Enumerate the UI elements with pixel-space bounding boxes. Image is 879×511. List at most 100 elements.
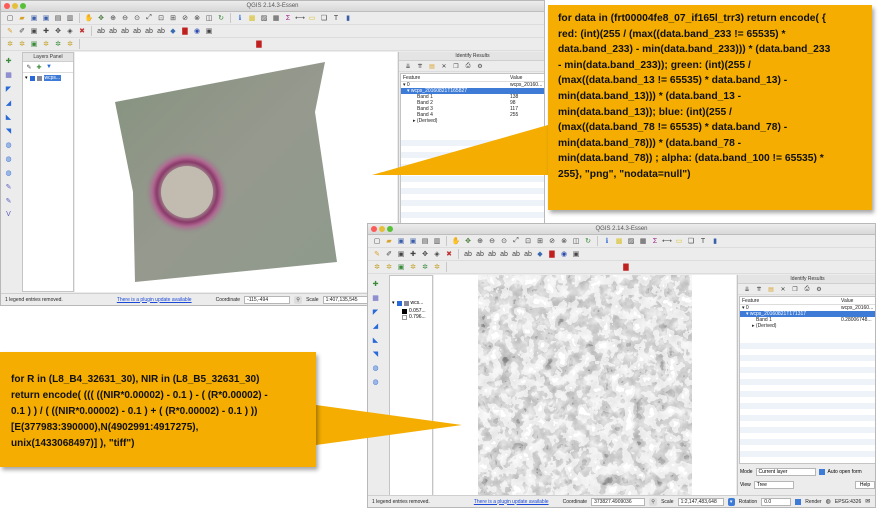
help-icon[interactable]: ▮ bbox=[343, 13, 353, 23]
save-project-icon[interactable]: ▣ bbox=[396, 236, 406, 246]
pan-hand-icon[interactable]: ✋ bbox=[84, 13, 94, 23]
minimize-button[interactable] bbox=[12, 3, 18, 9]
zoom-last-icon[interactable]: ⊘ bbox=[547, 236, 557, 246]
auto-open-checkbox[interactable] bbox=[818, 469, 825, 475]
plugin-update-link[interactable]: There is a plugin update available bbox=[117, 297, 192, 303]
label-rotate-icon[interactable]: ab bbox=[144, 26, 154, 36]
bookmarks-icon[interactable]: ❏ bbox=[319, 13, 329, 23]
edit-pencil-icon[interactable]: ✎ bbox=[5, 26, 15, 36]
plugin-sun-icon[interactable]: ✲ bbox=[65, 39, 75, 49]
clear-results-icon[interactable]: ✕ bbox=[778, 284, 788, 294]
identify-results-tree[interactable]: Feature Value ▾ 0 wcps_20160... ▾ wcps_201… bbox=[739, 296, 875, 464]
delete-selected-icon[interactable]: ✖ bbox=[444, 249, 454, 259]
python-icon[interactable]: ◆ bbox=[168, 26, 178, 36]
zoom-layer-icon[interactable]: ⊞ bbox=[535, 236, 545, 246]
open-project-icon[interactable]: ▰ bbox=[17, 13, 27, 23]
expand-tree-icon[interactable]: ⇊ bbox=[403, 61, 413, 71]
label-icon[interactable]: ab bbox=[463, 249, 473, 259]
new-map-view-icon[interactable]: ◫ bbox=[571, 236, 581, 246]
deselect-icon[interactable]: ▨ bbox=[259, 13, 269, 23]
composer-manager-icon[interactable]: ▥ bbox=[432, 236, 442, 246]
add-oracle-icon[interactable]: ◥ bbox=[370, 348, 381, 359]
plugin-square-icon[interactable]: ▣ bbox=[29, 39, 39, 49]
plugin-flag-icon[interactable]: ▇ bbox=[180, 26, 190, 36]
add-postgis-icon[interactable]: ◢ bbox=[3, 97, 14, 108]
label-move-icon[interactable]: ab bbox=[132, 26, 142, 36]
zoom-selection-icon[interactable]: ⊡ bbox=[523, 236, 533, 246]
open-project-icon[interactable]: ▰ bbox=[384, 236, 394, 246]
help-button[interactable]: Help bbox=[855, 481, 875, 489]
add-mssql-icon[interactable]: ◣ bbox=[370, 334, 381, 345]
coordinate-field[interactable]: 373827.4909036 bbox=[591, 497, 646, 506]
edit-pencil-icon[interactable]: ✎ bbox=[372, 249, 382, 259]
add-wfs-icon[interactable]: ◍ bbox=[3, 167, 14, 178]
coordinate-field[interactable]: -115,-494 bbox=[244, 295, 291, 304]
settings-icon[interactable]: ⚙ bbox=[814, 284, 824, 294]
help-icon[interactable]: ▮ bbox=[710, 236, 720, 246]
zoom-full-icon[interactable]: ⤢ bbox=[144, 13, 154, 23]
label-icon[interactable]: ab bbox=[96, 26, 106, 36]
copy-feature-icon[interactable]: ❐ bbox=[451, 61, 461, 71]
add-wcs-icon[interactable]: ◍ bbox=[3, 153, 14, 164]
map-tips-icon[interactable]: ▭ bbox=[674, 236, 684, 246]
node-tool-icon[interactable]: ◈ bbox=[65, 26, 75, 36]
add-postgis-icon[interactable]: ◢ bbox=[370, 320, 381, 331]
scale-dropdown-icon[interactable]: ▾ bbox=[727, 497, 735, 506]
composer-manager-icon[interactable]: ▥ bbox=[65, 13, 75, 23]
zoom-next-icon[interactable]: ⊗ bbox=[559, 236, 569, 246]
toggle-edit-icon[interactable]: ✐ bbox=[17, 26, 27, 36]
toggle-extents-icon[interactable]: ⚲ bbox=[294, 295, 303, 304]
label-show-icon[interactable]: ab bbox=[487, 249, 497, 259]
window-1-map-canvas[interactable] bbox=[75, 52, 397, 292]
pan-to-selection-icon[interactable]: ✥ bbox=[463, 236, 473, 246]
add-spatialite-icon[interactable]: ◤ bbox=[370, 306, 381, 317]
add-wms-icon[interactable]: ◍ bbox=[3, 139, 14, 150]
zoom-last-icon[interactable]: ⊘ bbox=[180, 13, 190, 23]
capture-icon[interactable]: ▣ bbox=[571, 249, 581, 259]
plugin-flag-icon[interactable]: ▇ bbox=[547, 249, 557, 259]
add-raster-layer-icon[interactable]: ▦ bbox=[370, 292, 381, 303]
label-rotate-icon[interactable]: ab bbox=[511, 249, 521, 259]
layer-checkbox[interactable] bbox=[29, 75, 35, 81]
zoom-native-icon[interactable]: ⊙ bbox=[132, 13, 142, 23]
refresh-icon[interactable]: ↻ bbox=[583, 236, 593, 246]
window-2-map-canvas[interactable] bbox=[434, 275, 736, 497]
add-group-icon[interactable]: ✚ bbox=[35, 63, 43, 71]
messages-icon[interactable]: ✉ bbox=[865, 498, 870, 505]
close-button[interactable] bbox=[371, 226, 377, 232]
python-icon[interactable]: ◆ bbox=[535, 249, 545, 259]
text-annotation-icon[interactable]: T bbox=[331, 13, 341, 23]
zoom-button[interactable] bbox=[20, 3, 26, 9]
zoom-selection-icon[interactable]: ⊡ bbox=[156, 13, 166, 23]
label-move-icon[interactable]: ab bbox=[499, 249, 509, 259]
plugin-gear-icon[interactable]: ✲ bbox=[5, 39, 15, 49]
statistics-sum-icon[interactable]: Σ bbox=[650, 236, 660, 246]
epsg-label[interactable]: EPSG:4326 bbox=[835, 499, 861, 505]
settings-icon[interactable]: ⚙ bbox=[475, 61, 485, 71]
crs-globe-icon[interactable]: ◍ bbox=[826, 498, 831, 505]
new-project-icon[interactable]: ▢ bbox=[5, 13, 15, 23]
mode-select[interactable]: Current layer bbox=[755, 468, 816, 476]
clear-results-icon[interactable]: ✕ bbox=[439, 61, 449, 71]
node-tool-icon[interactable]: ◈ bbox=[432, 249, 442, 259]
label-change-icon[interactable]: ab bbox=[156, 26, 166, 36]
plugin-update-link[interactable]: There is a plugin update available bbox=[474, 499, 549, 505]
save-as-icon[interactable]: ▣ bbox=[408, 236, 418, 246]
scale-field[interactable]: 1:2,147,483,648 bbox=[677, 497, 724, 506]
delete-selected-icon[interactable]: ✖ bbox=[77, 26, 87, 36]
open-table-icon[interactable]: ▦ bbox=[271, 13, 281, 23]
eye-icon[interactable]: ◉ bbox=[192, 26, 202, 36]
add-delimited-text-icon[interactable]: ✎ bbox=[3, 181, 14, 192]
label-change-icon[interactable]: ab bbox=[523, 249, 533, 259]
save-project-icon[interactable]: ▣ bbox=[29, 13, 39, 23]
new-shapefile-icon[interactable]: ✎ bbox=[3, 195, 14, 206]
add-feature-icon[interactable]: ✚ bbox=[41, 26, 51, 36]
measure-icon[interactable]: ⟷ bbox=[295, 13, 305, 23]
plugin-square-icon[interactable]: ▣ bbox=[396, 262, 406, 272]
save-as-icon[interactable]: ▣ bbox=[41, 13, 51, 23]
plugin-sun-icon[interactable]: ✲ bbox=[432, 262, 442, 272]
save-edits-icon[interactable]: ▣ bbox=[396, 249, 406, 259]
zoom-full-icon[interactable]: ⤢ bbox=[511, 236, 521, 246]
toggle-extents-icon[interactable]: ⚲ bbox=[649, 497, 658, 506]
expand-new-icon[interactable]: ▤ bbox=[766, 284, 776, 294]
